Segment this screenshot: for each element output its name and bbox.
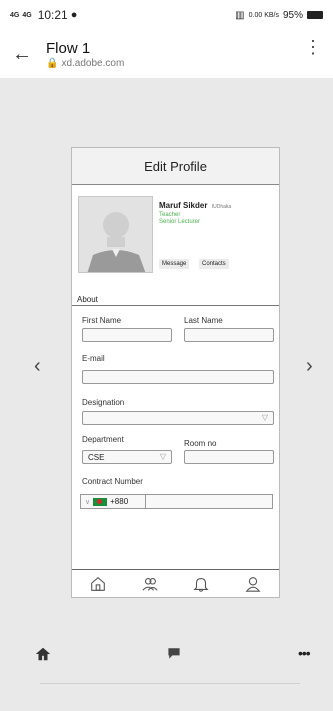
signal-icon: 4G <box>10 11 20 19</box>
country-code: +880 <box>110 497 129 506</box>
about-divider <box>72 305 279 306</box>
signal-icon-2: 4G <box>22 11 32 19</box>
phone-number-field[interactable] <box>146 494 273 509</box>
last-name-field[interactable] <box>184 328 274 342</box>
profile-role: Teacher <box>159 212 181 218</box>
artboard-tabbar <box>72 569 279 597</box>
profile-card: Maruf Sikder IUDhaka Teacher Senior Lect… <box>72 185 279 303</box>
vibrate-icon: ▥ <box>235 9 245 21</box>
chevron-left-icon[interactable]: ‹ <box>34 355 41 378</box>
home-icon[interactable] <box>34 645 52 663</box>
status-bar: 4G 4G 10:21 ● ▥ 0.00 KB/s 95% <box>0 0 333 30</box>
battery-percent: 95% <box>282 9 303 21</box>
first-name-field[interactable] <box>82 328 172 342</box>
url-row: 🔒 xd.adobe.com <box>46 58 124 69</box>
contacts-button[interactable]: Contacts <box>199 259 229 269</box>
notification-icon: ● <box>70 9 78 21</box>
first-name-label: First Name <box>82 316 122 325</box>
more-icon[interactable]: ••• <box>298 645 311 661</box>
artboard-header: Edit Profile <box>72 148 279 185</box>
group-icon[interactable] <box>141 575 159 593</box>
battery-icon <box>307 11 323 19</box>
avatar <box>78 196 153 273</box>
message-button[interactable]: Message <box>159 259 190 269</box>
chevron-down-icon: ▽ <box>261 413 268 422</box>
country-code-select[interactable]: ∨ +880 <box>80 494 146 509</box>
net-speed: 0.00 KB/s <box>248 11 279 19</box>
page-title: Flow 1 <box>46 39 91 57</box>
chevron-right-icon[interactable]: › <box>306 355 313 378</box>
contract-label: Contract Number <box>82 477 143 486</box>
bell-icon[interactable] <box>192 575 210 593</box>
app-bar: ← Flow 1 🔒 xd.adobe.com ⋮ <box>0 30 333 78</box>
lock-icon: 🔒 <box>46 57 59 69</box>
department-select[interactable]: CSE ▽ <box>82 450 172 464</box>
back-arrow-icon[interactable]: ← <box>4 43 40 66</box>
user-icon[interactable] <box>244 575 262 593</box>
email-label: E-mail <box>82 354 105 363</box>
room-field[interactable] <box>184 450 274 464</box>
profile-name-text: Maruf Sikder <box>159 201 208 210</box>
edit-profile-title: Edit Profile <box>144 158 207 174</box>
chevron-down-icon: ∨ <box>85 498 91 506</box>
chevron-down-icon: ▽ <box>159 452 166 461</box>
department-label: Department <box>82 435 124 444</box>
about-heading: About <box>77 295 98 304</box>
gesture-bar <box>40 683 300 684</box>
email-field[interactable] <box>82 370 274 384</box>
room-label: Room no <box>184 439 217 448</box>
url-text: xd.adobe.com <box>61 57 125 69</box>
home-icon[interactable] <box>89 575 107 593</box>
department-value: CSE <box>88 452 105 462</box>
bangladesh-flag-icon <box>93 497 108 506</box>
last-name-label: Last Name <box>184 316 223 325</box>
clock: 10:21 <box>37 8 68 22</box>
profile-name: Maruf Sikder IUDhaka <box>159 201 231 210</box>
profile-location: IUDhaka <box>211 204 232 210</box>
prototype-artboard: Edit Profile Maruf Sikder IUDhaka Teache… <box>71 147 280 598</box>
overflow-menu-icon[interactable]: ⋮ <box>304 38 322 56</box>
designation-select[interactable]: ▽ <box>82 411 274 425</box>
comment-icon[interactable] <box>166 645 182 661</box>
designation-label: Designation <box>82 398 125 407</box>
profile-rank: Senior Lecturer <box>159 219 201 225</box>
